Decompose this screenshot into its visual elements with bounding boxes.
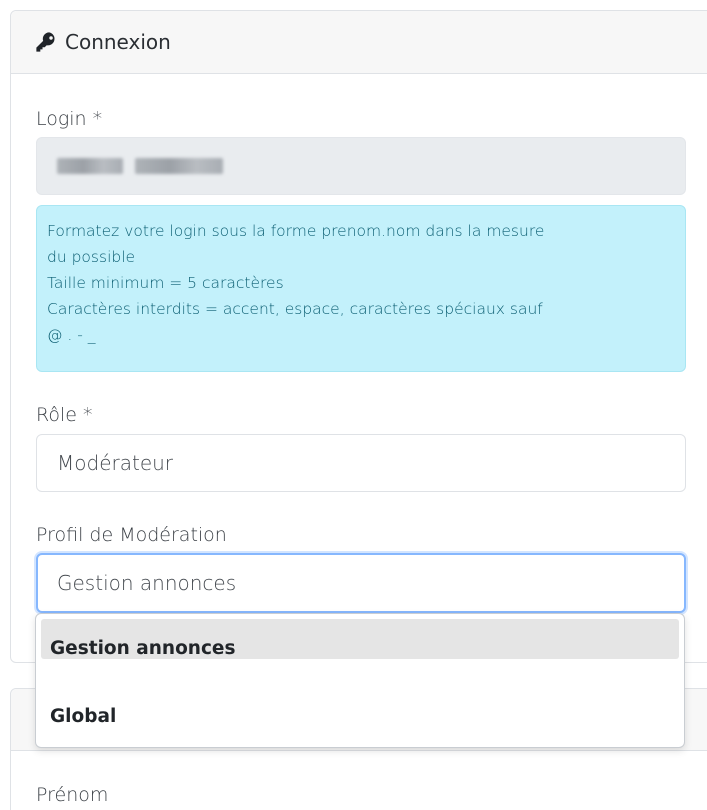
hint-line: @ . - _ [47,326,96,344]
role-select[interactable]: Modérateur [36,434,686,492]
profile-select[interactable]: Gestion annonces [36,553,686,613]
login-value-redacted [57,158,223,174]
hint-line: Caractères interdits = accent, espace, c… [47,300,543,318]
login-field [36,137,686,195]
connexion-card-header: Connexion [11,11,707,74]
firstname-label: Prénom [36,784,109,806]
profile-label: Profil de Modération [36,524,227,546]
hint-line: Taille minimum = 5 caractères [47,274,284,292]
role-label: Rôle * [36,404,93,426]
hint-line: Formatez votre login sous la forme preno… [47,222,545,240]
role-select-value: Modérateur [57,451,174,475]
login-hint-alert: Formatez votre login sous la forme preno… [36,205,686,372]
profile-dropdown-list: Gestion annonces Global [35,613,685,748]
hint-line: du possible [47,248,136,266]
page: Connexion Login * Formatez votre login s… [0,0,707,810]
connexion-title: Connexion [65,30,171,54]
profile-select-value: Gestion annonces [57,571,237,595]
login-label: Login * [36,108,103,130]
dropdown-option-gestion-annonces[interactable]: Gestion annonces [50,638,235,659]
dropdown-option-global[interactable]: Global [50,706,116,727]
key-icon [35,31,57,53]
